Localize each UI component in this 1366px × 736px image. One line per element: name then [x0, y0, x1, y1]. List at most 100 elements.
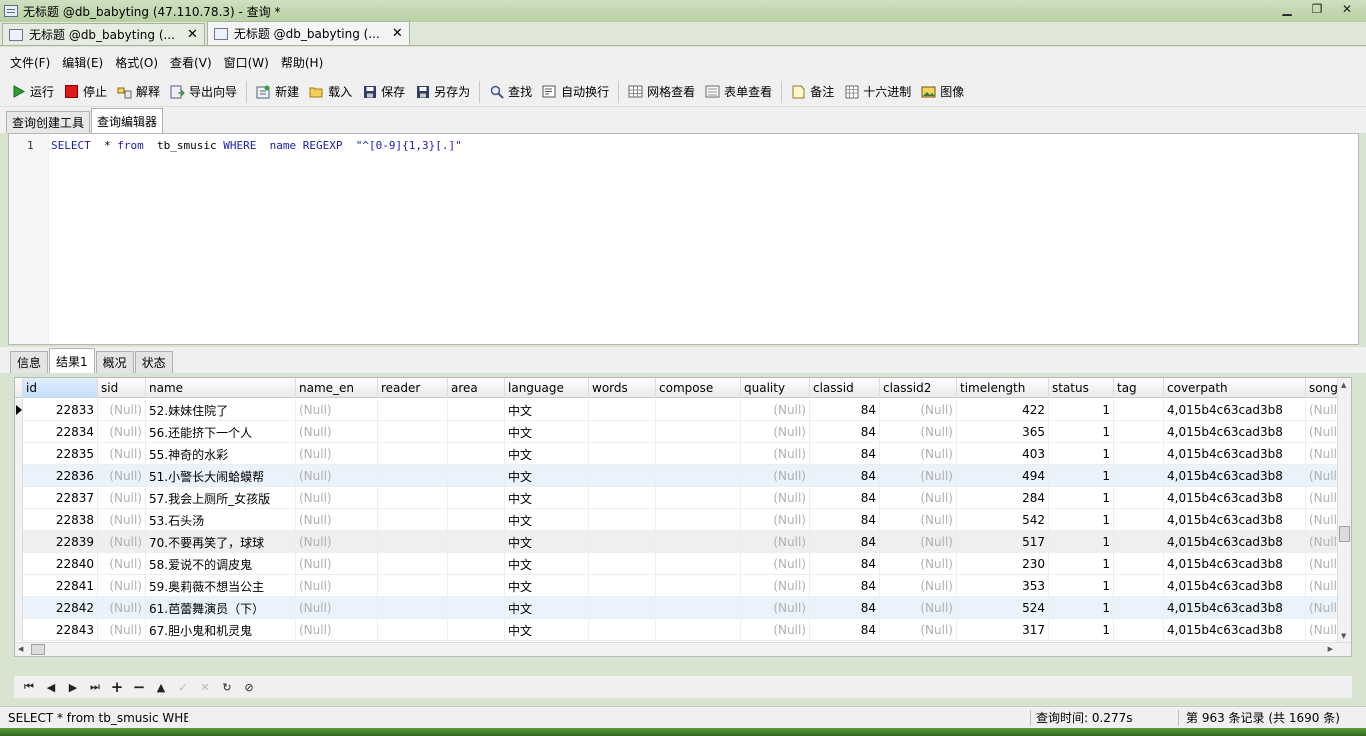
cell-name-en[interactable]: (Null): [296, 575, 378, 597]
row-indicator[interactable]: [15, 575, 23, 597]
cell-area[interactable]: [448, 553, 505, 575]
maximize-icon[interactable]: ❐: [1304, 0, 1330, 18]
row-indicator[interactable]: [15, 465, 23, 487]
column-header-name[interactable]: name: [146, 378, 296, 398]
column-header-classid[interactable]: classid: [810, 378, 880, 398]
cell-status[interactable]: 1: [1049, 509, 1114, 531]
cell-classid[interactable]: 84: [810, 531, 880, 553]
row-indicator[interactable]: [15, 421, 23, 443]
cell-status[interactable]: 1: [1049, 443, 1114, 465]
cell-id[interactable]: 22834: [23, 421, 98, 443]
last-record-icon[interactable]: ⏭: [84, 677, 106, 697]
cell-name-en[interactable]: (Null): [296, 597, 378, 619]
cell-compose[interactable]: [656, 443, 741, 465]
cell-name-en[interactable]: (Null): [296, 443, 378, 465]
cell-name[interactable]: 52.妹妹住院了: [146, 399, 296, 421]
cell-reader[interactable]: [378, 575, 448, 597]
cell-status[interactable]: 1: [1049, 619, 1114, 641]
cell-reader[interactable]: [378, 487, 448, 509]
cell-name[interactable]: 61.芭蕾舞演员（下）: [146, 597, 296, 619]
cell-reader[interactable]: [378, 531, 448, 553]
cell-reader[interactable]: [378, 465, 448, 487]
table-row[interactable]: 22843 (Null) 67.胆小鬼和机灵鬼 (Null) 中文 (Null) 84 (Nu…: [15, 619, 1346, 641]
column-header-language[interactable]: language: [505, 378, 589, 398]
cell-classid2[interactable]: (Null): [880, 597, 957, 619]
column-header-id[interactable]: id: [23, 378, 98, 398]
cell-quality[interactable]: (Null): [741, 421, 810, 443]
cell-tag[interactable]: [1114, 597, 1164, 619]
cell-words[interactable]: [589, 553, 656, 575]
cell-quality[interactable]: (Null): [741, 487, 810, 509]
cell-id[interactable]: 22835: [23, 443, 98, 465]
cell-classid2[interactable]: (Null): [880, 553, 957, 575]
cell-coverpath[interactable]: 4,015b4c63cad3b8: [1164, 597, 1306, 619]
cell-coverpath[interactable]: 4,015b4c63cad3b8: [1164, 421, 1306, 443]
add-record-icon[interactable]: +: [106, 677, 128, 697]
cell-compose[interactable]: [656, 619, 741, 641]
cell-id[interactable]: 22839: [23, 531, 98, 553]
cell-status[interactable]: 1: [1049, 575, 1114, 597]
column-header-reader[interactable]: reader: [378, 378, 448, 398]
cell-words[interactable]: [589, 421, 656, 443]
cell-coverpath[interactable]: 4,015b4c63cad3b8: [1164, 509, 1306, 531]
sql-code-line[interactable]: SELECT * from tb_smusic WHERE name REGEX…: [51, 139, 462, 152]
row-indicator[interactable]: [15, 597, 23, 619]
cell-quality[interactable]: (Null): [741, 597, 810, 619]
row-indicator[interactable]: [15, 509, 23, 531]
cell-area[interactable]: [448, 509, 505, 531]
cell-tag[interactable]: [1114, 553, 1164, 575]
close-tab-icon[interactable]: ✕: [392, 26, 403, 41]
cell-status[interactable]: 1: [1049, 531, 1114, 553]
cell-language[interactable]: 中文: [505, 619, 589, 641]
doc-tab-2[interactable]: 无标题 @db_babyting (... ✕: [206, 21, 410, 45]
menu-file[interactable]: 文件(F): [4, 54, 56, 71]
cell-classid2[interactable]: (Null): [880, 575, 957, 597]
memo-button[interactable]: 备注: [786, 80, 839, 104]
cell-id[interactable]: 22837: [23, 487, 98, 509]
cell-coverpath[interactable]: 4,015b4c63cad3b8: [1164, 575, 1306, 597]
horizontal-scroll-thumb[interactable]: [31, 644, 45, 655]
cell-classid[interactable]: 84: [810, 465, 880, 487]
cell-quality[interactable]: (Null): [741, 443, 810, 465]
minimize-icon[interactable]: ▁: [1274, 0, 1300, 18]
cell-compose[interactable]: [656, 575, 741, 597]
refresh-icon[interactable]: ↻: [216, 677, 238, 697]
scroll-down-icon[interactable]: ▼: [1341, 632, 1346, 640]
cell-classid[interactable]: 84: [810, 509, 880, 531]
cell-classid[interactable]: 84: [810, 597, 880, 619]
explain-button[interactable]: 解释: [112, 80, 165, 104]
cell-classid2[interactable]: (Null): [880, 487, 957, 509]
cell-quality[interactable]: (Null): [741, 553, 810, 575]
cell-coverpath[interactable]: 4,015b4c63cad3b8: [1164, 465, 1306, 487]
cell-compose[interactable]: [656, 531, 741, 553]
cell-quality[interactable]: (Null): [741, 399, 810, 421]
run-button[interactable]: 运行: [6, 80, 59, 104]
cell-timelength[interactable]: 403: [957, 443, 1049, 465]
cell-tag[interactable]: [1114, 509, 1164, 531]
column-header-coverpath[interactable]: coverpath: [1164, 378, 1306, 398]
scroll-right-icon[interactable]: ▶: [1328, 645, 1333, 653]
cell-status[interactable]: 1: [1049, 399, 1114, 421]
form-view-button[interactable]: 表单查看: [700, 80, 777, 104]
first-record-icon[interactable]: ⏮: [18, 677, 40, 697]
cell-reader[interactable]: [378, 509, 448, 531]
cell-sid[interactable]: (Null): [98, 465, 146, 487]
cell-reader[interactable]: [378, 597, 448, 619]
cell-compose[interactable]: [656, 465, 741, 487]
cell-name[interactable]: 57.我会上厕所_女孩版: [146, 487, 296, 509]
load-button[interactable]: 载入: [304, 80, 357, 104]
cell-timelength[interactable]: 494: [957, 465, 1049, 487]
column-header-compose[interactable]: compose: [656, 378, 741, 398]
cell-sid[interactable]: (Null): [98, 553, 146, 575]
cell-classid[interactable]: 84: [810, 399, 880, 421]
next-record-icon[interactable]: ▶: [62, 677, 84, 697]
cell-id[interactable]: 22833: [23, 399, 98, 421]
cell-words[interactable]: [589, 487, 656, 509]
cell-timelength[interactable]: 317: [957, 619, 1049, 641]
vertical-scroll-thumb[interactable]: [1339, 526, 1350, 542]
tab-query-builder[interactable]: 查询创建工具: [6, 111, 91, 133]
cell-words[interactable]: [589, 399, 656, 421]
table-row[interactable]: 22841 (Null) 59.奥莉薇不想当公主 (Null) 中文 (Null) 84 (N…: [15, 575, 1346, 597]
cell-name-en[interactable]: (Null): [296, 619, 378, 641]
cell-language[interactable]: 中文: [505, 443, 589, 465]
